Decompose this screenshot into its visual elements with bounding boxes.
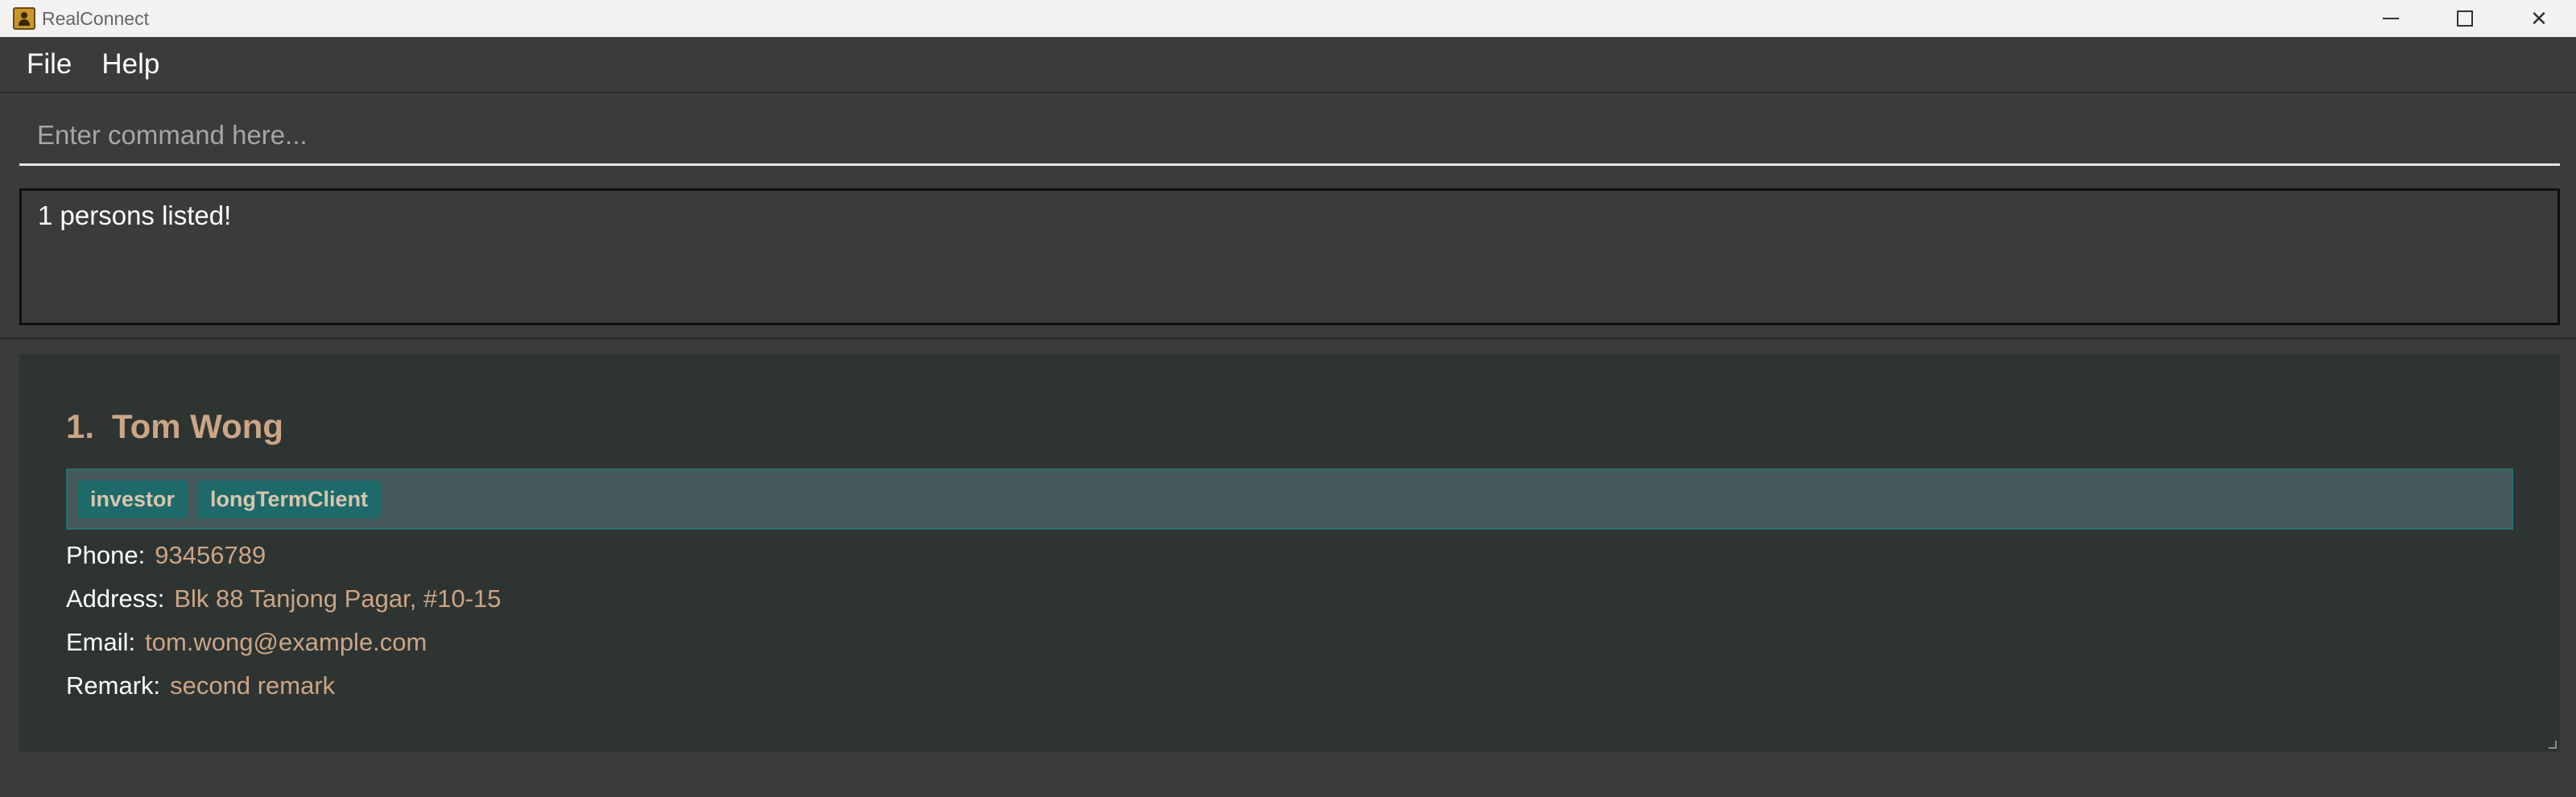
close-button[interactable]: ✕	[2502, 0, 2576, 37]
result-message: 1 persons listed!	[38, 200, 232, 230]
panel-divider[interactable]	[0, 337, 2576, 340]
tag-label: investor	[77, 480, 188, 518]
email-value: tom.wong@example.com	[145, 628, 427, 656]
menu-bar: File Help	[0, 37, 2576, 93]
minimize-icon	[2383, 18, 2399, 19]
menu-help[interactable]: Help	[101, 48, 159, 81]
address-row: Address: Blk 88 Tanjong Pagar, #10-15	[66, 584, 502, 613]
command-input[interactable]	[19, 106, 2560, 163]
minimize-button[interactable]	[2354, 0, 2428, 37]
menu-file[interactable]: File	[27, 48, 72, 81]
person-list[interactable]: 1. Tom Wong investor longTermClient Phon…	[19, 354, 2560, 752]
email-row: Email: tom.wong@example.com	[66, 628, 427, 657]
maximize-button[interactable]	[2428, 0, 2502, 37]
phone-label: Phone:	[66, 541, 146, 569]
resize-grip-icon[interactable]	[2549, 741, 2557, 749]
person-card[interactable]: 1. Tom Wong investor longTermClient Phon…	[66, 354, 2513, 752]
address-value: Blk 88 Tanjong Pagar, #10-15	[174, 584, 502, 613]
remark-value: second remark	[170, 671, 336, 700]
result-display[interactable]: 1 persons listed!	[19, 188, 2560, 325]
app-logo-icon	[13, 7, 35, 30]
tags-row: investor longTermClient	[66, 469, 2513, 530]
window-controls: ✕	[2354, 0, 2576, 37]
maximize-icon	[2457, 10, 2473, 27]
phone-row: Phone: 93456789	[66, 541, 266, 570]
email-label: Email:	[66, 628, 136, 656]
person-name: Tom Wong	[112, 407, 284, 445]
remark-label: Remark:	[66, 671, 161, 700]
tag-label: longTermClient	[197, 480, 382, 518]
remark-row: Remark: second remark	[66, 671, 335, 700]
command-box	[19, 106, 2560, 166]
person-name-row: 1. Tom Wong	[66, 407, 283, 446]
person-index: 1.	[66, 407, 95, 445]
address-label: Address:	[66, 584, 165, 613]
close-icon: ✕	[2530, 6, 2548, 31]
window-title: RealConnect	[42, 7, 149, 29]
title-bar: RealConnect ✕	[0, 0, 2576, 37]
phone-value: 93456789	[155, 541, 266, 569]
